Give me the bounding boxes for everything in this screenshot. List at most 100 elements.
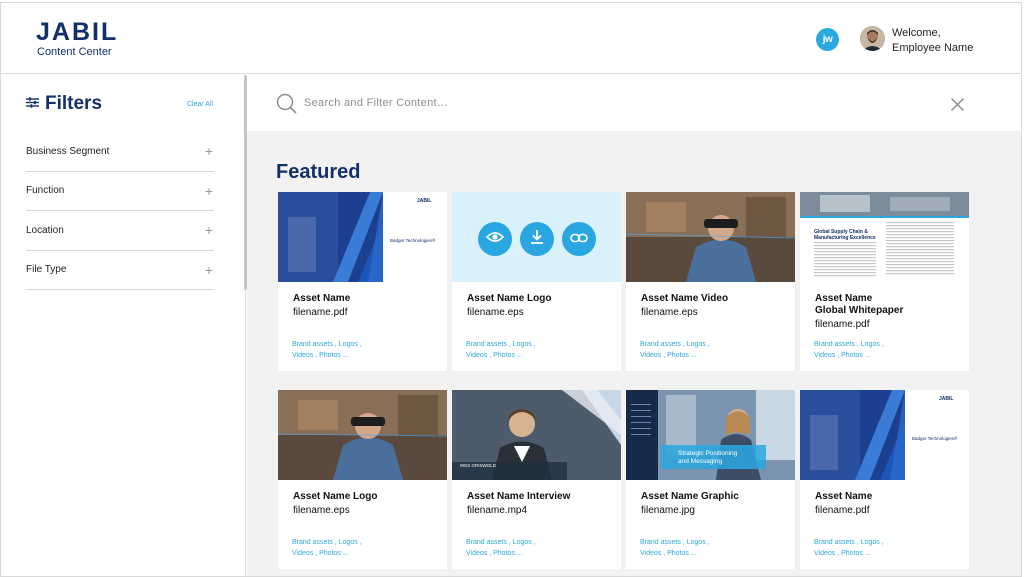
jabil-logo[interactable]: JABIL Content Center (36, 18, 119, 59)
thumb-caption: Badger Technologies® (390, 238, 436, 243)
tag-line[interactable]: Videos , Photos ... (640, 548, 710, 559)
eye-icon (485, 230, 505, 248)
asset-thumbnail[interactable] (278, 390, 447, 480)
featured-heading: Featured (276, 161, 361, 183)
filters-title: Filters (45, 93, 103, 114)
asset-title: Asset Name Interview (467, 491, 571, 502)
tag-line[interactable]: Brand assets , Logos , (466, 537, 536, 548)
filters-header: Filters (26, 93, 102, 115)
main-content: Featured JABIL Badger Technologies® Asse… (247, 75, 1021, 576)
asset-card[interactable]: JABIL Badger Technologies® Asset Name fi… (278, 192, 447, 371)
top-header: JABIL Content Center jw Welcome, Employe… (1, 3, 1021, 74)
filter-label: File Type (26, 264, 67, 276)
asset-filename: filename.pdf (293, 307, 348, 318)
tag-line[interactable]: Videos , Photos ... (292, 548, 362, 559)
tag-line[interactable]: Videos , Photos ... (466, 548, 536, 559)
download-icon (529, 229, 545, 250)
employee-name: Employee Name (892, 42, 974, 54)
filter-sliders-icon (26, 95, 39, 113)
copy-link-button[interactable] (562, 222, 596, 256)
asset-card[interactable]: Strategic Positioning and Messaging Asse… (626, 390, 795, 569)
preview-button[interactable] (478, 222, 512, 256)
tag-line[interactable]: Videos , Photos ... (466, 350, 536, 361)
asset-thumbnail[interactable] (452, 192, 621, 282)
asset-tags: Brand assets , Logos , Videos , Photos .… (814, 537, 884, 559)
thumbnail-actions (478, 222, 596, 256)
plus-icon[interactable]: + (204, 143, 214, 159)
asset-tags: Brand assets , Logos , Videos , Photos .… (466, 339, 536, 361)
filters-sidebar: Filters Clear All Business Segment + Fun… (1, 75, 247, 576)
tag-line[interactable]: Videos , Photos ... (640, 350, 710, 361)
welcome-text: Welcome, Employee Name (892, 26, 973, 56)
filter-business-segment[interactable]: Business Segment + (26, 132, 214, 172)
asset-card[interactable]: Global Supply Chain & Manufacturing Exce… (800, 192, 969, 371)
thumb-caption: Badger Technologies® (912, 436, 958, 441)
asset-title: Asset Name Global Whitepaper (815, 293, 965, 317)
tag-line[interactable]: Brand assets , Logos , (640, 537, 710, 548)
user-initials-badge[interactable]: jw (816, 28, 839, 51)
asset-thumbnail[interactable]: WES GRISWOLD (452, 390, 621, 480)
asset-thumbnail[interactable] (626, 192, 795, 282)
filter-list: Business Segment + Function + Location +… (26, 132, 214, 290)
thumb-doc-title: Global Supply Chain & Manufacturing Exce… (814, 229, 876, 241)
tag-line[interactable]: Brand assets , Logos , (640, 339, 710, 350)
plus-icon[interactable]: + (204, 183, 214, 199)
asset-tags: Brand assets , Logos , Videos , Photos .… (292, 537, 362, 559)
asset-title: Asset Name Video (641, 293, 729, 304)
asset-card[interactable]: Asset Name Logo filename.eps Brand asset… (452, 192, 621, 371)
asset-card[interactable]: WES GRISWOLD Asset Name Interview filena… (452, 390, 621, 569)
asset-card[interactable]: JABIL Badger Technologies® Asset Name fi… (800, 390, 969, 569)
tag-line[interactable]: Videos , Photos ... (814, 548, 884, 559)
search-bar (247, 75, 1021, 131)
asset-title: Asset Name (293, 293, 351, 304)
search-input[interactable] (304, 94, 704, 112)
asset-thumbnail[interactable]: JABIL Badger Technologies® (800, 390, 969, 480)
tag-line[interactable]: Brand assets , Logos , (814, 537, 884, 548)
asset-filename: filename.mp4 (467, 505, 528, 516)
asset-title: Asset Name Graphic (641, 491, 739, 502)
thumb-logo-text: JABIL (939, 396, 954, 402)
search-icon[interactable] (276, 93, 297, 119)
asset-filename: filename.eps (293, 505, 350, 516)
filter-file-type[interactable]: File Type + (26, 251, 214, 290)
welcome-label: Welcome, (892, 27, 941, 39)
asset-thumbnail[interactable]: Strategic Positioning and Messaging (626, 390, 795, 480)
thumb-lower-third: WES GRISWOLD (460, 463, 497, 468)
logo-subtitle: Content Center (37, 46, 112, 58)
close-icon[interactable] (951, 98, 964, 116)
filter-label: Function (26, 185, 65, 197)
thumb-overlay-line: and Messaging (678, 458, 723, 465)
asset-thumbnail[interactable]: Global Supply Chain & Manufacturing Exce… (800, 192, 969, 282)
filter-function[interactable]: Function + (26, 172, 214, 211)
plus-icon[interactable]: + (204, 262, 214, 278)
tag-line[interactable]: Brand assets , Logos , (814, 339, 884, 350)
asset-tags: Brand assets , Logos , Videos , Photos .… (814, 339, 884, 361)
tag-line[interactable]: Videos , Photos ... (814, 350, 884, 361)
asset-filename: filename.eps (641, 307, 698, 318)
link-icon (570, 230, 588, 248)
app-window: JABIL Content Center jw Welcome, Employe… (0, 2, 1022, 577)
filter-location[interactable]: Location + (26, 211, 214, 251)
clear-all-link[interactable]: Clear All (187, 101, 213, 108)
logo-wordmark: JABIL (36, 18, 119, 46)
asset-title: Asset Name Logo (467, 293, 552, 304)
filter-label: Location (26, 224, 64, 236)
asset-title-line: Asset Name (815, 293, 873, 304)
asset-filename: filename.eps (467, 307, 524, 318)
asset-tags: Brand assets , Logos , Videos , Photos .… (292, 339, 362, 361)
asset-thumbnail[interactable]: JABIL Badger Technologies® (278, 192, 447, 282)
asset-tags: Brand assets , Logos , Videos , Photos .… (640, 537, 710, 559)
asset-filename: filename.pdf (815, 505, 870, 516)
tag-line[interactable]: Videos , Photos ... (292, 350, 362, 361)
thumb-overlay-text: Strategic Positioning and Messaging (678, 450, 737, 466)
tag-line[interactable]: Brand assets , Logos , (466, 339, 536, 350)
tag-line[interactable]: Brand assets , Logos , (292, 537, 362, 548)
asset-card[interactable]: Asset Name Video filename.eps Brand asse… (626, 192, 795, 371)
tag-line[interactable]: Brand assets , Logos , (292, 339, 362, 350)
asset-title: Asset Name Logo (293, 491, 378, 502)
download-button[interactable] (520, 222, 554, 256)
asset-card[interactable]: Asset Name Logo filename.eps Brand asset… (278, 390, 447, 569)
avatar[interactable] (860, 26, 885, 51)
plus-icon[interactable]: + (204, 222, 214, 238)
asset-title: Asset Name (815, 491, 873, 502)
